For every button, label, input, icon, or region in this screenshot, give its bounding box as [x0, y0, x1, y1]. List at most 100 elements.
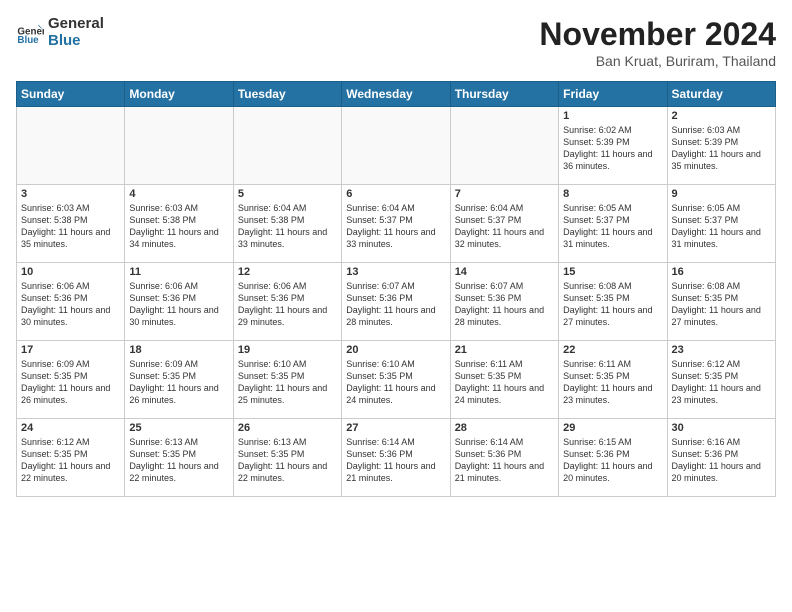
calendar-cell: 12Sunrise: 6:06 AM Sunset: 5:36 PM Dayli…: [233, 263, 341, 341]
calendar-cell: 19Sunrise: 6:10 AM Sunset: 5:35 PM Dayli…: [233, 341, 341, 419]
day-info: Sunrise: 6:13 AM Sunset: 5:35 PM Dayligh…: [238, 436, 337, 485]
day-info: Sunrise: 6:09 AM Sunset: 5:35 PM Dayligh…: [129, 358, 228, 407]
weekday-header-friday: Friday: [559, 82, 667, 107]
day-number: 12: [238, 266, 337, 278]
day-number: 18: [129, 344, 228, 356]
day-number: 29: [563, 422, 662, 434]
day-number: 22: [563, 344, 662, 356]
day-info: Sunrise: 6:04 AM Sunset: 5:37 PM Dayligh…: [346, 202, 445, 251]
calendar-cell: 13 Sunrise: 6:07 AM Sunset: 5:36 PM Dayli…: [342, 263, 450, 341]
calendar-cell: 3 Sunrise: 6:03 AM Sunset: 5:38 PM Daylig…: [17, 185, 125, 263]
calendar-cell: 23 Sunrise: 6:12 AM Sunset: 5:35 PM Dayli…: [667, 341, 775, 419]
day-info: Sunrise: 6:02 AM Sunset: 5:39 PM Dayligh…: [563, 124, 662, 173]
weekday-header-monday: Monday: [125, 82, 233, 107]
calendar-cell: 22 Sunrise: 6:11 AM Sunset: 5:35 PM Dayli…: [559, 341, 667, 419]
calendar-week-row: 1Sunrise: 6:02 AM Sunset: 5:39 PM Daylig…: [17, 107, 776, 185]
calendar-cell: [233, 107, 341, 185]
day-info: Sunrise: 6:06 AM Sunset: 5:36 PM Dayligh…: [129, 280, 228, 329]
day-number: 19: [238, 344, 337, 356]
calendar-cell: [17, 107, 125, 185]
calendar-cell: 15 Sunrise: 6:08 AM Sunset: 5:35 PM Dayli…: [559, 263, 667, 341]
calendar-cell: 2 Sunrise: 6:03 AM Sunset: 5:39 PM Daylig…: [667, 107, 775, 185]
calendar-cell: [342, 107, 450, 185]
calendar-cell: 14Sunrise: 6:07 AM Sunset: 5:36 PM Dayli…: [450, 263, 558, 341]
calendar-cell: 10 Sunrise: 6:06 AM Sunset: 5:36 PM Dayli…: [17, 263, 125, 341]
day-info: Sunrise: 6:05 AM Sunset: 5:37 PM Dayligh…: [672, 202, 771, 251]
calendar-cell: 26Sunrise: 6:13 AM Sunset: 5:35 PM Dayli…: [233, 419, 341, 497]
day-info: Sunrise: 6:05 AM Sunset: 5:37 PM Dayligh…: [563, 202, 662, 251]
day-info: Sunrise: 6:08 AM Sunset: 5:35 PM Dayligh…: [563, 280, 662, 329]
logo-blue-text: Blue: [48, 33, 104, 50]
day-number: 27: [346, 422, 445, 434]
day-info: Sunrise: 6:03 AM Sunset: 5:39 PM Dayligh…: [672, 124, 771, 173]
day-number: 15: [563, 266, 662, 278]
calendar-cell: 1Sunrise: 6:02 AM Sunset: 5:39 PM Daylig…: [559, 107, 667, 185]
day-number: 14: [455, 266, 554, 278]
day-number: 7: [455, 188, 554, 200]
calendar-week-row: 3 Sunrise: 6:03 AM Sunset: 5:38 PM Daylig…: [17, 185, 776, 263]
calendar-cell: 25 Sunrise: 6:13 AM Sunset: 5:35 PM Dayli…: [125, 419, 233, 497]
day-info: Sunrise: 6:14 AM Sunset: 5:36 PM Dayligh…: [346, 436, 445, 485]
calendar-cell: 27 Sunrise: 6:14 AM Sunset: 5:36 PM Dayli…: [342, 419, 450, 497]
calendar-cell: [125, 107, 233, 185]
day-info: Sunrise: 6:12 AM Sunset: 5:35 PM Dayligh…: [21, 436, 120, 485]
day-number: 2: [672, 110, 771, 122]
logo-general-text: General: [48, 16, 104, 33]
day-number: 6: [346, 188, 445, 200]
weekday-header-tuesday: Tuesday: [233, 82, 341, 107]
day-number: 30: [672, 422, 771, 434]
calendar-cell: 20Sunrise: 6:10 AM Sunset: 5:35 PM Dayli…: [342, 341, 450, 419]
weekday-header-wednesday: Wednesday: [342, 82, 450, 107]
day-info: Sunrise: 6:11 AM Sunset: 5:35 PM Dayligh…: [455, 358, 554, 407]
calendar-cell: 18 Sunrise: 6:09 AM Sunset: 5:35 PM Dayli…: [125, 341, 233, 419]
calendar-cell: [450, 107, 558, 185]
day-number: 24: [21, 422, 120, 434]
day-number: 20: [346, 344, 445, 356]
day-info: Sunrise: 6:13 AM Sunset: 5:35 PM Dayligh…: [129, 436, 228, 485]
day-number: 5: [238, 188, 337, 200]
day-info: Sunrise: 6:04 AM Sunset: 5:38 PM Dayligh…: [238, 202, 337, 251]
location: Ban Kruat, Buriram, Thailand: [539, 53, 776, 69]
calendar-cell: 8 Sunrise: 6:05 AM Sunset: 5:37 PM Daylig…: [559, 185, 667, 263]
calendar-cell: 6 Sunrise: 6:04 AM Sunset: 5:37 PM Daylig…: [342, 185, 450, 263]
calendar-cell: 16Sunrise: 6:08 AM Sunset: 5:35 PM Dayli…: [667, 263, 775, 341]
day-info: Sunrise: 6:04 AM Sunset: 5:37 PM Dayligh…: [455, 202, 554, 251]
svg-text:Blue: Blue: [17, 34, 39, 45]
day-number: 23: [672, 344, 771, 356]
day-number: 17: [21, 344, 120, 356]
day-info: Sunrise: 6:12 AM Sunset: 5:35 PM Dayligh…: [672, 358, 771, 407]
day-info: Sunrise: 6:03 AM Sunset: 5:38 PM Dayligh…: [21, 202, 120, 251]
day-number: 3: [21, 188, 120, 200]
day-number: 11: [129, 266, 228, 278]
logo-text: General Blue: [48, 16, 104, 49]
day-number: 13: [346, 266, 445, 278]
day-number: 25: [129, 422, 228, 434]
day-info: Sunrise: 6:14 AM Sunset: 5:36 PM Dayligh…: [455, 436, 554, 485]
calendar-week-row: 17 Sunrise: 6:09 AM Sunset: 5:35 PM Dayli…: [17, 341, 776, 419]
calendar-cell: 5 Sunrise: 6:04 AM Sunset: 5:38 PM Daylig…: [233, 185, 341, 263]
calendar-cell: 29Sunrise: 6:15 AM Sunset: 5:36 PM Dayli…: [559, 419, 667, 497]
weekday-header-sunday: Sunday: [17, 82, 125, 107]
day-info: Sunrise: 6:11 AM Sunset: 5:35 PM Dayligh…: [563, 358, 662, 407]
calendar-table: SundayMondayTuesdayWednesdayThursdayFrid…: [16, 81, 776, 497]
day-number: 21: [455, 344, 554, 356]
weekday-header-row: SundayMondayTuesdayWednesdayThursdayFrid…: [17, 82, 776, 107]
day-number: 10: [21, 266, 120, 278]
calendar-cell: 11 Sunrise: 6:06 AM Sunset: 5:36 PM Dayli…: [125, 263, 233, 341]
day-number: 8: [563, 188, 662, 200]
month-title: November 2024: [539, 16, 776, 53]
day-info: Sunrise: 6:09 AM Sunset: 5:35 PM Dayligh…: [21, 358, 120, 407]
calendar-cell: 9Sunrise: 6:05 AM Sunset: 5:37 PM Daylig…: [667, 185, 775, 263]
calendar-cell: 17 Sunrise: 6:09 AM Sunset: 5:35 PM Dayli…: [17, 341, 125, 419]
day-number: 28: [455, 422, 554, 434]
calendar-cell: 4Sunrise: 6:03 AM Sunset: 5:38 PM Daylig…: [125, 185, 233, 263]
calendar-cell: 30Sunrise: 6:16 AM Sunset: 5:36 PM Dayli…: [667, 419, 775, 497]
day-info: Sunrise: 6:07 AM Sunset: 5:36 PM Dayligh…: [346, 280, 445, 329]
calendar-week-row: 10 Sunrise: 6:06 AM Sunset: 5:36 PM Dayli…: [17, 263, 776, 341]
page-header: General Blue General Blue November 2024 …: [16, 16, 776, 69]
logo-icon: General Blue: [16, 19, 44, 47]
day-number: 4: [129, 188, 228, 200]
day-info: Sunrise: 6:08 AM Sunset: 5:35 PM Dayligh…: [672, 280, 771, 329]
day-info: Sunrise: 6:06 AM Sunset: 5:36 PM Dayligh…: [21, 280, 120, 329]
weekday-header-saturday: Saturday: [667, 82, 775, 107]
